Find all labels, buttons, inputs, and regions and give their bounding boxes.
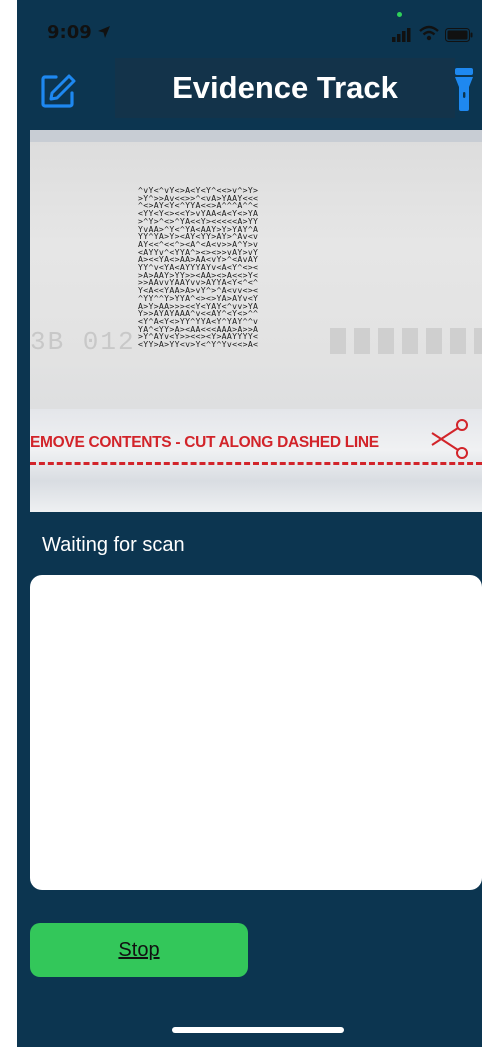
home-indicator[interactable] bbox=[172, 1027, 344, 1033]
location-arrow-icon bbox=[97, 25, 111, 44]
status-time: 9:09 bbox=[47, 22, 92, 43]
stop-button[interactable]: Stop bbox=[30, 923, 248, 977]
scan-code-pattern: ^vY<^vY<>A<Y<Y^<<>v^>Y> >Y^>>Av<<>>^<vA>… bbox=[138, 187, 259, 350]
nav-bar: Evidence Track bbox=[17, 58, 482, 128]
stop-button-label: Stop bbox=[118, 938, 160, 961]
scan-status-label: Waiting for scan bbox=[42, 534, 185, 556]
camera-preview: 3B 012 ^vY<^vY<>A<Y<Y^<<>v^>Y> >Y^>>Av<<… bbox=[30, 130, 482, 512]
evidence-tape: EMOVE CONTENTS - CUT ALONG DASHED LINE bbox=[30, 409, 482, 512]
app-screen: 9:09 Evidence Track 3B 012 ^vY<^vY<>A<Y<… bbox=[17, 0, 482, 1047]
camera-frame-edge bbox=[30, 130, 482, 142]
camera-in-use-indicator bbox=[397, 12, 402, 17]
faded-label-text: 3B 012 bbox=[30, 327, 136, 357]
title-bar: Evidence Track bbox=[115, 58, 455, 118]
cellular-signal-icon bbox=[392, 28, 412, 47]
edit-icon[interactable] bbox=[39, 72, 77, 110]
tape-instruction: EMOVE CONTENTS - CUT ALONG DASHED LINE bbox=[30, 434, 379, 451]
page-title: Evidence Track bbox=[172, 70, 398, 105]
flashlight-icon[interactable] bbox=[454, 66, 474, 112]
battery-icon bbox=[445, 28, 473, 47]
wifi-icon bbox=[419, 25, 439, 46]
scissors-icon bbox=[428, 419, 472, 464]
status-bar: 9:09 bbox=[17, 0, 482, 58]
faded-barcode-blocks bbox=[330, 328, 482, 354]
cut-line bbox=[30, 462, 482, 465]
scan-result-field[interactable] bbox=[30, 575, 482, 890]
